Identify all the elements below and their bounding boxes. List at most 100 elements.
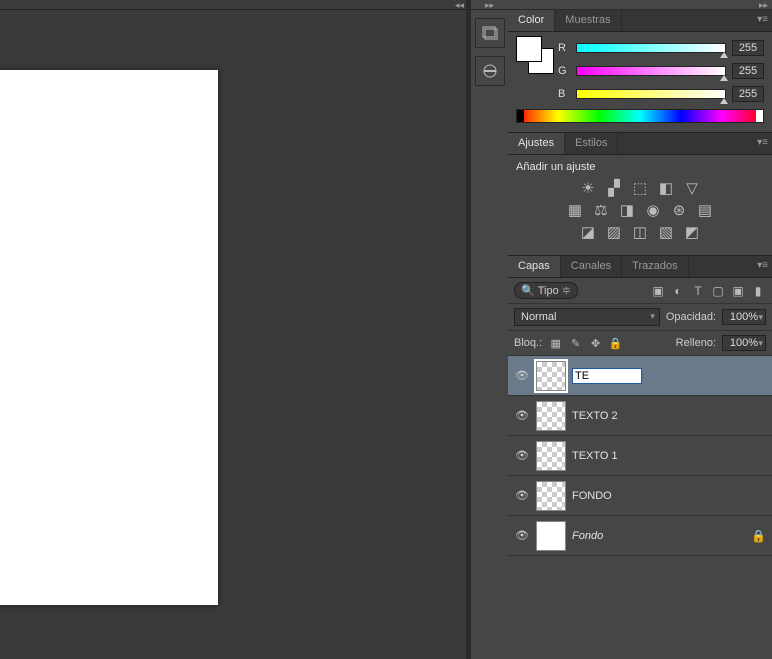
exposure-icon[interactable]: ◧ [656, 179, 676, 197]
foreground-swatch[interactable] [516, 36, 542, 62]
levels-icon[interactable]: ▞ [604, 179, 624, 197]
layer-filter-toolbar: 🔍 Tipo ≑ ▣ ◐ T ▢ ▣ ▮ [508, 278, 772, 304]
invert-icon[interactable]: ◪ [578, 223, 598, 241]
g-slider[interactable] [576, 66, 726, 76]
tab-paths[interactable]: Trazados [622, 256, 688, 277]
layer-item[interactable]: 👁 Fondo 🔒 [508, 516, 772, 556]
bw-icon[interactable]: ◨ [617, 201, 637, 219]
history-panel-button[interactable] [475, 18, 505, 48]
layer-thumbnail[interactable] [536, 361, 566, 391]
channel-mixer-icon[interactable]: ⊛ [669, 201, 689, 219]
rgb-sliders: R 255 G 255 B 255 [558, 40, 764, 102]
layer-thumbnail[interactable] [536, 521, 566, 551]
layer-thumbnail[interactable] [536, 481, 566, 511]
lock-icon: 🔒 [751, 529, 766, 543]
lock-pixels-icon[interactable]: ✎ [568, 336, 583, 351]
properties-icon [481, 62, 499, 80]
layers-list: 👁 👁 TEXTO 2 👁 TEXTO 1 👁 FONDO 👁 [508, 356, 772, 556]
filter-kind-label: Tipo [538, 285, 559, 297]
layer-name: TEXTO 2 [572, 410, 766, 422]
layer-name: TEXTO 1 [572, 450, 766, 462]
color-spectrum[interactable] [516, 109, 764, 123]
history-icon [481, 24, 499, 42]
search-icon: 🔍 [521, 284, 535, 297]
photo-filter-icon[interactable]: ◉ [643, 201, 663, 219]
canvas-area: ◂◂ [0, 0, 466, 659]
filter-type-icon[interactable]: T [690, 283, 706, 299]
slider-thumb-icon[interactable] [720, 75, 728, 81]
filter-adjust-icon[interactable]: ◐ [670, 283, 686, 299]
lock-all-icon[interactable]: 🔒 [608, 336, 623, 351]
properties-panel-button[interactable] [475, 56, 505, 86]
b-slider[interactable] [576, 89, 726, 99]
filter-smart-icon[interactable]: ▣ [730, 283, 746, 299]
blend-mode-row: Normal Opacidad: 100% [508, 304, 772, 331]
g-label: G [558, 65, 570, 77]
layer-item[interactable]: 👁 FONDO [508, 476, 772, 516]
slider-thumb-icon[interactable] [720, 98, 728, 104]
filter-shape-icon[interactable]: ▢ [710, 283, 726, 299]
vertical-toolbar: ▸▸ [470, 0, 508, 659]
lock-label: Bloq.: [514, 337, 542, 349]
document-canvas[interactable] [0, 70, 218, 605]
r-label: R [558, 42, 570, 54]
layer-name: FONDO [572, 490, 766, 502]
layer-item[interactable]: 👁 [508, 356, 772, 396]
posterize-icon[interactable]: ▨ [604, 223, 624, 241]
layers-panel-tabs: Capas Canales Trazados ▾≡ [508, 256, 772, 278]
blend-mode-select[interactable]: Normal [514, 308, 660, 326]
visibility-toggle[interactable]: 👁 [514, 449, 530, 462]
collapse-icon[interactable]: ◂◂ [455, 0, 464, 11]
r-value[interactable]: 255 [732, 40, 764, 56]
collapse-icon[interactable]: ▸▸ [471, 0, 508, 10]
lock-transparent-icon[interactable]: ▦ [548, 336, 563, 351]
adjust-panel-tabs: Ajustes Estilos ▾≡ [508, 133, 772, 155]
lock-position-icon[interactable]: ✥ [588, 336, 603, 351]
tab-styles[interactable]: Estilos [565, 133, 618, 154]
g-value[interactable]: 255 [732, 63, 764, 79]
hue-icon[interactable]: ▦ [565, 201, 585, 219]
lock-row: Bloq.: ▦ ✎ ✥ 🔒 Relleno: 100% [508, 331, 772, 356]
tab-color[interactable]: Color [508, 10, 555, 31]
layer-item[interactable]: 👁 TEXTO 1 [508, 436, 772, 476]
tab-layers[interactable]: Capas [508, 256, 561, 277]
layer-thumbnail[interactable] [536, 401, 566, 431]
brightness-icon[interactable]: ☀ [578, 179, 598, 197]
panel-menu-icon[interactable]: ▾≡ [757, 137, 768, 148]
visibility-toggle[interactable]: 👁 [514, 409, 530, 422]
curves-icon[interactable]: ⬚ [630, 179, 650, 197]
threshold-icon[interactable]: ◫ [630, 223, 650, 241]
adjustments-panel: Añadir un ajuste ☀ ▞ ⬚ ◧ ▽ ▦ ⚖ ◨ ◉ ⊛ ▤ ◪… [508, 155, 772, 255]
visibility-toggle[interactable]: 👁 [514, 369, 530, 382]
color-swatch-stack[interactable] [516, 36, 554, 74]
fill-label: Relleno: [676, 337, 716, 349]
tab-adjustments[interactable]: Ajustes [508, 133, 565, 154]
right-panels: ▸▸ Color Muestras ▾≡ R 255 G 255 B 2 [508, 0, 772, 659]
r-slider[interactable] [576, 43, 726, 53]
layer-thumbnail[interactable] [536, 441, 566, 471]
selective-color-icon[interactable]: ◩ [682, 223, 702, 241]
filter-kind-select[interactable]: 🔍 Tipo ≑ [514, 282, 578, 299]
tab-swatches[interactable]: Muestras [555, 10, 621, 31]
filter-pixel-icon[interactable]: ▣ [650, 283, 666, 299]
fill-value[interactable]: 100% [722, 335, 766, 351]
color-lookup-icon[interactable]: ▤ [695, 201, 715, 219]
collapse-icon[interactable]: ▸▸ [508, 0, 772, 10]
add-adjustment-label: Añadir un ajuste [516, 161, 764, 173]
vibrance-icon[interactable]: ▽ [682, 179, 702, 197]
gradient-map-icon[interactable]: ▧ [656, 223, 676, 241]
layer-name: Fondo [572, 530, 745, 542]
b-value[interactable]: 255 [732, 86, 764, 102]
panel-menu-icon[interactable]: ▾≡ [757, 260, 768, 271]
panel-menu-icon[interactable]: ▾≡ [757, 14, 768, 25]
opacity-value[interactable]: 100% [722, 309, 766, 325]
filter-toggle-icon[interactable]: ▮ [750, 283, 766, 299]
tab-channels[interactable]: Canales [561, 256, 622, 277]
slider-thumb-icon[interactable] [720, 52, 728, 58]
layer-item[interactable]: 👁 TEXTO 2 [508, 396, 772, 436]
visibility-toggle[interactable]: 👁 [514, 489, 530, 502]
canvas-top-bar: ◂◂ [0, 0, 466, 10]
layer-name-input[interactable] [572, 368, 642, 384]
color-balance-icon[interactable]: ⚖ [591, 201, 611, 219]
visibility-toggle[interactable]: 👁 [514, 529, 530, 542]
